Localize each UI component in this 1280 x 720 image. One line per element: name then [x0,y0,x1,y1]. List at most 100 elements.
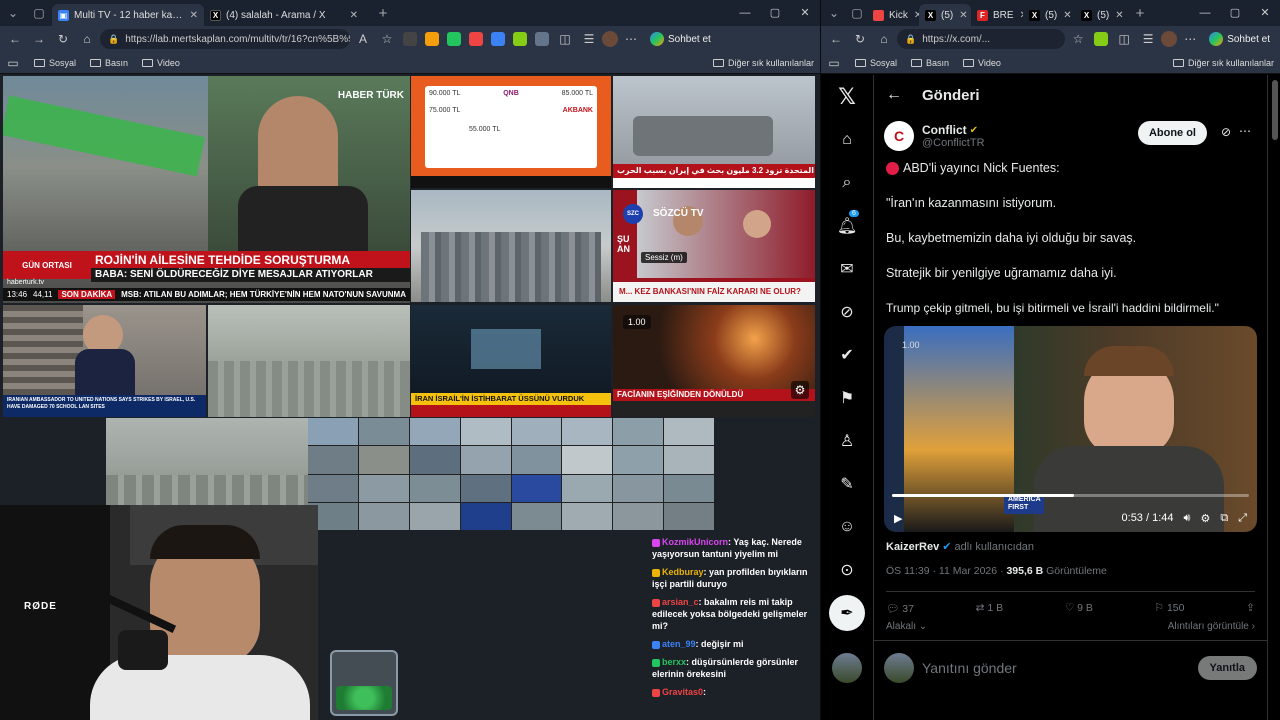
repost-action[interactable]: ⇄ 1 B [976,602,1004,615]
more-options-icon[interactable]: ⊙ [821,548,873,591]
minimize-icon[interactable]: — [730,0,760,26]
copilot-chat-button[interactable]: Sohbet et [1203,32,1276,46]
view-quotes-link[interactable]: Alıntıları görüntüle › [1168,621,1255,632]
other-bookmarks[interactable]: Diğer sık kullanılanlar [1172,58,1274,68]
close-tab-icon[interactable]: ✕ [1014,10,1023,21]
video-player[interactable]: 1.00 AMERICA FIRST ▶ 0:53 / 1:44 🔊︎ ⚙ ⧉ … [884,326,1257,532]
chat-username[interactable]: Kedburay [662,567,704,577]
refresh-icon[interactable]: ↻ [849,28,871,50]
chat-username[interactable]: arsian_c [662,597,699,607]
grok-explain-icon[interactable]: ⊘ [1221,125,1231,139]
articles-icon[interactable]: ✎ [821,462,873,505]
x-logo-icon[interactable]: 𝕏 [821,75,873,118]
collections-icon[interactable]: ☰ [1137,28,1159,50]
close-tab-icon[interactable]: ✕ [184,10,198,21]
follow-button[interactable]: Abone ol [1137,121,1207,145]
extension-icon[interactable] [491,32,505,46]
tab-actions-icon[interactable]: ⌄ [0,0,26,26]
other-bookmarks[interactable]: Diğer sık kullanılanlar [712,58,814,68]
tv-cell-city-view[interactable] [208,305,410,417]
tab-kick[interactable]: Kick ✕ [867,4,919,26]
tv-cell-camera-mosaic[interactable] [308,418,714,530]
reply-input[interactable]: Yanıtını gönder [922,660,1190,676]
fullscreen-icon[interactable]: ⤢ [1238,512,1247,525]
new-tab-icon[interactable]: + [370,0,396,26]
reply-button[interactable]: Yanıtla [1197,656,1257,680]
tv-cell-sozcu[interactable]: SZC SÖZCÜ TV ŞU AN Sessiz (m) M... KEZ B… [613,190,815,302]
tv-cell-arabic-news[interactable]: التحالف المتحدة تزود 3.2 مليون بحث في إي… [613,76,815,188]
extension-icon[interactable] [447,32,461,46]
more-menu-icon[interactable]: ⋯ [620,28,642,50]
collections-icon[interactable]: ☰ [578,28,600,50]
home-icon[interactable]: ⌂ [821,118,873,161]
bookmark-action[interactable]: ⚐ 150 [1155,602,1185,615]
chat-username[interactable]: aten_99 [662,639,696,649]
tv-cell-bank-rates[interactable]: 90.000 TL QNB 85.000 TL 75.000 TL AKBANK 55… [411,76,611,188]
back-icon[interactable]: ← [4,28,26,50]
more-menu-icon[interactable]: ⋯ [1179,28,1201,50]
tab-bre[interactable]: F BRE✕ [971,4,1023,26]
bookmark-folder-basin[interactable]: Basın [911,58,949,68]
bookmarks-icon[interactable]: ⚑ [821,376,873,419]
video-settings-icon[interactable]: ⚙ [1200,512,1210,525]
play-icon[interactable]: ▶ [894,512,902,525]
back-arrow-icon[interactable]: ← [886,86,902,104]
explore-search-icon[interactable]: ⌕ [821,161,873,204]
profile-avatar[interactable] [1161,31,1178,47]
close-window-icon[interactable]: ✕ [1250,0,1280,26]
tab-x[interactable]: X (5) ✕ [1075,4,1127,26]
forward-icon[interactable]: → [28,28,50,50]
tab-actions-icon[interactable]: ⌄ [821,0,847,26]
split-screen-icon[interactable]: ◫ [1113,28,1135,50]
minimize-icon[interactable]: — [1190,0,1220,26]
extension-icon[interactable] [425,32,439,46]
verified-check-icon[interactable]: ✔ [821,333,873,376]
share-icon[interactable]: ⇪ [1246,602,1255,615]
volume-icon[interactable]: 🔊︎ [1184,512,1191,525]
post-compose-button[interactable]: ✒ [821,591,873,634]
settings-gear-icon[interactable]: ⚙ [791,381,809,399]
messages-mail-icon[interactable]: ✉ [821,247,873,290]
profile-avatar[interactable] [602,31,618,47]
workspaces-icon[interactable]: ▢ [847,0,867,26]
close-window-icon[interactable]: ✕ [790,0,820,26]
bookmark-folder-video[interactable]: Video [142,58,180,68]
profile-icon[interactable]: ☺ [821,505,873,548]
author-handle[interactable]: @ConflictTR [922,137,985,149]
close-tab-icon[interactable]: ✕ [908,10,919,21]
address-bar[interactable]: 🔒 https://x.com/... [897,29,1066,49]
grok-icon[interactable]: ⊘ [821,290,873,333]
tab-multitv[interactable]: ▣ Multi TV - 12 haber kanalını aynı a ✕ [52,4,204,26]
extension-icon[interactable] [469,32,483,46]
tv-cell-accident[interactable]: 1.00 FACİANIN EŞİĞİNDEN DÖNÜLDÜ ⚙ [613,305,815,417]
read-aloud-icon[interactable]: A [352,28,374,50]
home-icon[interactable]: ⌂ [76,28,98,50]
close-tab-icon[interactable]: ✕ [953,10,967,21]
author-name[interactable]: Conflict [922,123,967,137]
communities-icon[interactable]: ♙ [821,419,873,462]
bookmark-folder-basin[interactable]: Basın [90,58,128,68]
extension-icon[interactable] [403,32,417,46]
reading-list-icon[interactable]: ▭ [6,52,20,74]
source-user[interactable]: KaizerRev [886,541,939,553]
picture-in-picture-icon[interactable]: ⧉ [1220,512,1228,525]
close-tab-icon[interactable]: ✕ [1057,10,1071,21]
account-avatar[interactable] [821,646,873,689]
workspaces-icon[interactable]: ▢ [26,0,52,26]
extension-icon[interactable] [513,32,527,46]
address-bar[interactable]: 🔒 https://lab.mertskaplan.com/multitv/tr… [100,29,350,49]
close-tab-icon[interactable]: ✕ [1109,10,1123,21]
bookmark-folder-video[interactable]: Video [963,58,1001,68]
tv-cell-skyline[interactable] [411,190,611,302]
copilot-chat-button[interactable]: Sohbet et [644,32,717,46]
chat-username[interactable]: Gravitas0 [662,687,703,697]
back-icon[interactable]: ← [825,28,847,50]
tv-cell-iran-news[interactable]: İRAN İSRAİL'İN İSTİHBARAT ÜSSÜNÜ VURDUK [411,305,611,417]
more-options-icon[interactable]: ⋯ [1239,124,1251,138]
bookmark-folder-sosyal[interactable]: Sosyal [855,58,897,68]
post-timestamp[interactable]: ÖS 11:39 · 11 Mar 2026 · [886,565,1004,577]
chat-username[interactable]: KozmikUnicorn [662,537,728,547]
tab-x-active[interactable]: X (5) ✕ [919,4,971,26]
tab-x[interactable]: X (5) ✕ [1023,4,1075,26]
tab-x-search[interactable]: X (4) salalah - Arama / X ✕ [204,4,364,26]
